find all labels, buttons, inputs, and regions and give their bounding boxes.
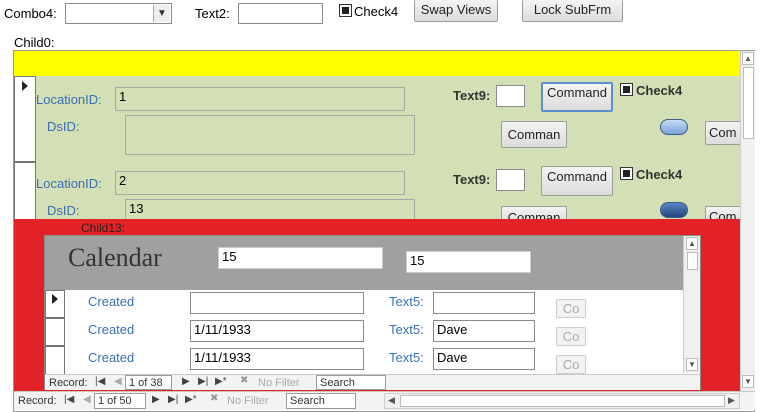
no-filter-button[interactable]: No Filter [227, 395, 269, 407]
text5-field[interactable] [433, 292, 535, 314]
created-label: Created [88, 294, 135, 309]
scrollbar-thumb[interactable] [687, 252, 698, 270]
dropdown-arrow-icon[interactable]: ▼ [153, 5, 170, 22]
command-button[interactable]: Command [541, 166, 613, 196]
text9-label: Text9: [453, 172, 491, 187]
text5-field[interactable]: Dave [433, 348, 535, 370]
header-field-2[interactable]: 15 [406, 251, 531, 273]
location-id-label: LocationID: [36, 92, 102, 107]
record-selector-arrow-icon [52, 294, 58, 304]
nav-last-icon[interactable]: ▶| [168, 394, 178, 405]
text9-label: Text9: [453, 88, 491, 103]
lock-subfrm-button[interactable]: Lock SubFrm [522, 0, 623, 22]
scrollbar-thumb[interactable] [400, 395, 725, 407]
filter-icon[interactable]: ✖ [240, 375, 248, 386]
record-selector[interactable] [14, 76, 36, 162]
scroll-left-icon[interactable]: ◀ [388, 395, 395, 406]
no-filter-button[interactable]: No Filter [258, 377, 300, 389]
child0-record-navigation: Record: |◀ ◀ 1 of 50 ▶ ▶| ▶* ✖ No Filter… [14, 391, 755, 410]
created-label: Created [88, 322, 135, 337]
nav-first-icon[interactable]: |◀ [64, 394, 74, 405]
filter-icon[interactable]: ✖ [210, 393, 218, 404]
created-field[interactable]: 1/11/1933 [190, 348, 364, 370]
scroll-right-icon[interactable]: ▶ [728, 395, 735, 406]
header-field-1[interactable]: 15 [218, 247, 383, 269]
nav-last-icon[interactable]: ▶| [198, 376, 208, 387]
dsid-field[interactable] [125, 115, 415, 155]
scroll-down-icon[interactable]: ▼ [686, 358, 698, 371]
text5-label: Text5: [389, 294, 424, 309]
location-id-label: LocationID: [36, 176, 102, 191]
search-input[interactable]: Search [286, 393, 356, 409]
text9-input[interactable] [496, 169, 525, 191]
created-field[interactable]: 1/11/1933 [190, 320, 364, 342]
co-button[interactable]: Co [556, 355, 586, 374]
nav-next-icon[interactable]: ▶ [152, 394, 160, 405]
record-position-field[interactable]: 1 of 50 [94, 393, 146, 409]
com-button[interactable]: Com [705, 121, 741, 145]
record-selector[interactable] [45, 318, 65, 346]
toggle-button-oval[interactable] [660, 119, 688, 135]
combo4-label: Combo4: [4, 6, 57, 21]
co-button[interactable]: Co [556, 299, 586, 318]
combo4-value [66, 4, 69, 19]
nav-prev-icon[interactable]: ◀ [83, 394, 91, 405]
combo4-dropdown[interactable]: ▼ [65, 3, 172, 24]
text5-label: Text5: [389, 350, 424, 365]
text9-input[interactable] [496, 85, 525, 107]
check4-label: Check4 [636, 83, 683, 98]
child0-form-header [14, 51, 740, 76]
command-button[interactable]: Command [541, 82, 613, 112]
child0-vertical-scrollbar[interactable]: ▲ ▼ [740, 51, 755, 391]
check4-label: Check4 [354, 4, 399, 19]
check4-checkbox[interactable] [339, 4, 352, 17]
calendar-title: Calendar [68, 243, 162, 272]
scroll-up-icon[interactable]: ▲ [742, 52, 754, 65]
location-id-field[interactable]: 2 [115, 171, 405, 195]
record-label: Record: [18, 395, 57, 407]
scroll-down-icon[interactable]: ▼ [742, 375, 754, 388]
nav-prev-icon[interactable]: ◀ [114, 376, 122, 387]
text2-input[interactable] [238, 3, 323, 24]
nav-next-icon[interactable]: ▶ [182, 376, 190, 387]
child0-horizontal-scrollbar[interactable]: ◀ ▶ [384, 393, 740, 409]
co-button[interactable]: Co [556, 327, 586, 346]
nav-new-icon[interactable]: ▶* [215, 376, 227, 387]
record-selector[interactable] [45, 346, 65, 376]
comman-button[interactable]: Comman [501, 121, 567, 148]
nav-first-icon[interactable]: |◀ [95, 376, 105, 387]
toggle-button-oval[interactable] [660, 202, 688, 218]
text2-label: Text2: [195, 6, 230, 21]
record-selector[interactable] [14, 162, 36, 222]
scroll-up-icon[interactable]: ▲ [686, 237, 698, 250]
child13-record-navigation: Record: |◀ ◀ 1 of 38 ▶ ▶| ▶* ✖ No Filter… [45, 374, 700, 390]
text5-label: Text5: [389, 322, 424, 337]
record-position-field[interactable]: 1 of 38 [125, 375, 172, 390]
calendar-detail-area [45, 290, 683, 376]
scrollbar-thumb[interactable] [743, 67, 754, 139]
check4-checkbox[interactable] [620, 167, 633, 180]
location-id-field[interactable]: 1 [115, 87, 405, 111]
created-field[interactable] [190, 292, 364, 314]
dsid-label: DsID: [47, 119, 80, 134]
dsid-label: DsID: [47, 203, 80, 218]
check4-label: Check4 [636, 167, 683, 182]
child0-label: Child0: [14, 35, 55, 50]
text5-field[interactable]: Dave [433, 320, 535, 342]
child13-label: Child13: [81, 221, 126, 235]
check4-checkbox[interactable] [620, 83, 633, 96]
nav-new-icon[interactable]: ▶* [185, 394, 197, 405]
search-input[interactable]: Search [316, 375, 386, 390]
record-selector[interactable] [45, 290, 65, 318]
swap-views-button[interactable]: Swap Views [414, 0, 498, 22]
child13-vertical-scrollbar[interactable]: ▲ ▼ [683, 236, 700, 373]
created-label: Created [88, 350, 135, 365]
record-selector-arrow-icon [22, 81, 28, 91]
record-label: Record: [49, 377, 88, 389]
